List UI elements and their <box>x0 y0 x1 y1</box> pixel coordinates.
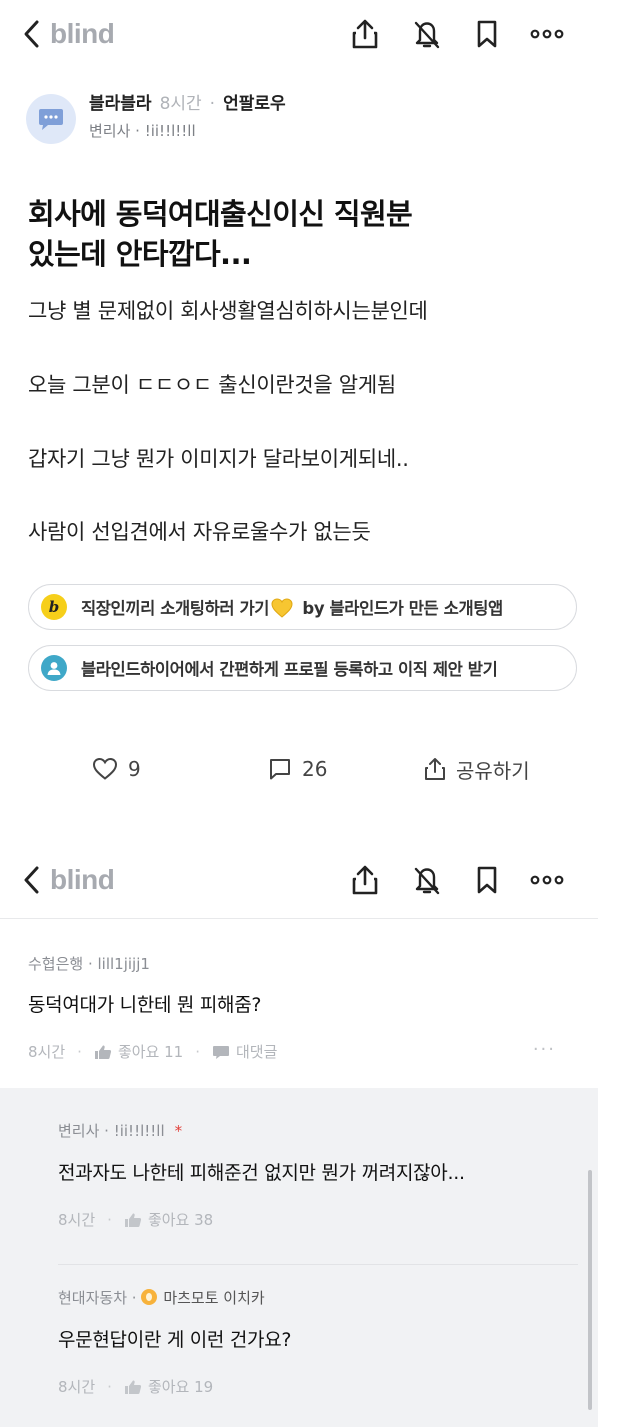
like-button[interactable]: 9 <box>92 752 141 786</box>
chat-bubble-icon <box>39 109 63 130</box>
thumbs-up-icon <box>94 1045 112 1059</box>
reply-author-label: 변리사 · !ii!!l!!ll <box>58 1122 165 1140</box>
post-body-paragraph: 오늘 그분이 ㄷㄷㅇㄷ 출신이란것을 알게됨 <box>28 373 396 397</box>
reply-meta: 8시간 · 좋아요 19 <box>58 1376 214 1397</box>
author-company: 변리사 · !ii!!l!!ll <box>89 122 196 140</box>
avatar[interactable] <box>26 94 76 144</box>
bookmark-button[interactable] <box>468 861 506 899</box>
author-name[interactable]: 블라블라 <box>89 94 152 114</box>
header-divider <box>0 918 598 919</box>
reply-like-button[interactable]: 좋아요 38 <box>124 1209 213 1230</box>
notification-off-button[interactable] <box>408 15 446 53</box>
blind-logo: blind <box>50 864 115 895</box>
bookmark-button[interactable] <box>468 15 506 53</box>
reply-label: 대댓글 <box>235 1043 278 1061</box>
heart-icon <box>92 757 118 780</box>
comment-like-button[interactable]: 좋아요 11 <box>94 1041 183 1062</box>
like-count: 9 <box>128 757 141 781</box>
comment-text: 동덕여대가 니한테 뭔 피해줌? <box>28 994 262 1016</box>
bookmark-icon <box>477 866 497 894</box>
share-icon <box>352 865 378 895</box>
blind-logo: blind <box>50 18 115 49</box>
post-actions: 9 26 공유하기 <box>0 752 598 786</box>
promo-text-part: by 블라인드가 만든 소개팅앱 <box>297 599 503 618</box>
blind-dating-logo-icon: b <box>41 594 67 620</box>
reply-like-button[interactable]: 좋아요 19 <box>124 1376 213 1397</box>
reply-author[interactable]: 변리사 · !ii!!l!!ll * <box>58 1120 182 1141</box>
author-line: 블라블라 8시간 · 언팔로우 <box>89 92 286 116</box>
share-button[interactable] <box>346 15 384 53</box>
comment-meta: 8시간 · 좋아요 11 · 대댓글 <box>28 1041 278 1062</box>
more-options-button[interactable] <box>528 15 566 53</box>
reply-author[interactable]: 현대자동차 · 마츠모토 이치카 <box>58 1287 265 1308</box>
separator-dot: · <box>209 94 216 114</box>
share-label: 공유하기 <box>456 758 530 783</box>
chevron-left-icon <box>24 866 39 894</box>
reply-like-count: 좋아요 38 <box>147 1211 214 1229</box>
more-options-button[interactable] <box>528 861 566 899</box>
comment-time: 8시간 <box>28 1043 66 1061</box>
notification-off-button[interactable] <box>408 861 446 899</box>
comment-icon <box>270 759 290 780</box>
post-body-paragraph: 그냥 별 문제없이 회사생활열심히하시는분인데 <box>28 299 428 323</box>
yellow-heart-icon <box>271 598 293 618</box>
post-body-paragraph: 사람이 선입견에서 자유로울수가 없는듯 <box>28 520 371 544</box>
op-marker: * <box>174 1122 183 1140</box>
post-author: 블라블라 8시간 · 언팔로우 변리사 · !ii!!l!!ll <box>26 92 586 148</box>
comment-count: 26 <box>302 757 328 781</box>
comment-like-count: 좋아요 11 <box>117 1043 184 1061</box>
reply-text: 전과자도 나한테 피해준건 없지만 뭔가 꺼려지잖아... <box>58 1162 465 1184</box>
top-bar: blind <box>0 0 598 70</box>
reply-button[interactable]: 대댓글 <box>212 1041 277 1062</box>
reply-like-count: 좋아요 19 <box>147 1378 214 1396</box>
person-icon <box>41 655 67 681</box>
more-horizontal-icon <box>530 29 564 39</box>
top-bar: blind <box>0 846 598 916</box>
post-body-paragraph: 갑자기 그냥 뭔가 이미지가 달라보이게되네.. <box>28 447 409 471</box>
back-button[interactable] <box>14 14 48 54</box>
unfollow-button[interactable]: 언팔로우 <box>223 94 286 114</box>
comment: 수협은행 · lill1jijj1 동덕여대가 니한테 뭔 피해줌? 8시간 ·… <box>0 920 598 1088</box>
comment-author[interactable]: 수협은행 · lill1jijj1 <box>28 953 150 974</box>
more-horizontal-icon <box>530 875 564 885</box>
bookmark-icon <box>477 20 497 48</box>
promo-dating-app[interactable]: b 직장인끼리 소개팅하러 가기 by 블라인드가 만든 소개팅앱 <box>28 584 577 630</box>
back-button[interactable] <box>14 860 48 900</box>
promo-text: 직장인끼리 소개팅하러 가기 by 블라인드가 만든 소개팅앱 <box>81 595 503 619</box>
tier-badge-icon <box>141 1289 158 1305</box>
scrollbar[interactable] <box>588 1170 592 1410</box>
reply-author-label: 현대자동차 · <box>58 1289 137 1307</box>
bell-off-icon <box>414 21 440 49</box>
bell-off-icon <box>414 867 440 895</box>
reply-time: 8시간 <box>58 1211 96 1229</box>
share-icon <box>352 19 378 49</box>
share-icon <box>425 758 445 780</box>
promo-blind-hire[interactable]: 블라인드하이어에서 간편하게 프로필 등록하고 이직 제안 받기 <box>28 645 577 691</box>
reply-time: 8시간 <box>58 1378 96 1396</box>
reply-bubble-icon <box>212 1045 229 1059</box>
reply-text: 우문현답이란 게 이런 건가요? <box>58 1329 292 1351</box>
post-title-line: 회사에 동덕여대출신이신 직원분 <box>28 197 413 231</box>
post-time: 8시간 <box>159 94 202 114</box>
comment-button[interactable]: 26 <box>268 752 327 786</box>
share-button[interactable] <box>346 861 384 899</box>
post-title-line: 있는데 안타깝다... <box>28 237 252 271</box>
comment-more-button[interactable]: ··· <box>533 1039 556 1060</box>
share-post-button[interactable]: 공유하기 <box>424 752 530 786</box>
post-title: 회사에 동덕여대출신이신 직원분 있는데 안타깝다... <box>28 194 588 274</box>
thumbs-up-icon <box>124 1213 142 1227</box>
reply-nickname: 마츠모토 이치카 <box>163 1289 265 1307</box>
promo-text: 블라인드하이어에서 간편하게 프로필 등록하고 이직 제안 받기 <box>81 660 498 679</box>
replies-section: 변리사 · !ii!!l!!ll * 전과자도 나한테 피해준건 없지만 뭔가 꺼… <box>0 1088 598 1427</box>
reply-divider <box>58 1264 578 1265</box>
reply-meta: 8시간 · 좋아요 38 <box>58 1209 214 1230</box>
chevron-left-icon <box>24 20 39 48</box>
promo-text-part: 직장인끼리 소개팅하러 가기 <box>81 599 270 618</box>
thumbs-up-icon <box>124 1380 142 1394</box>
